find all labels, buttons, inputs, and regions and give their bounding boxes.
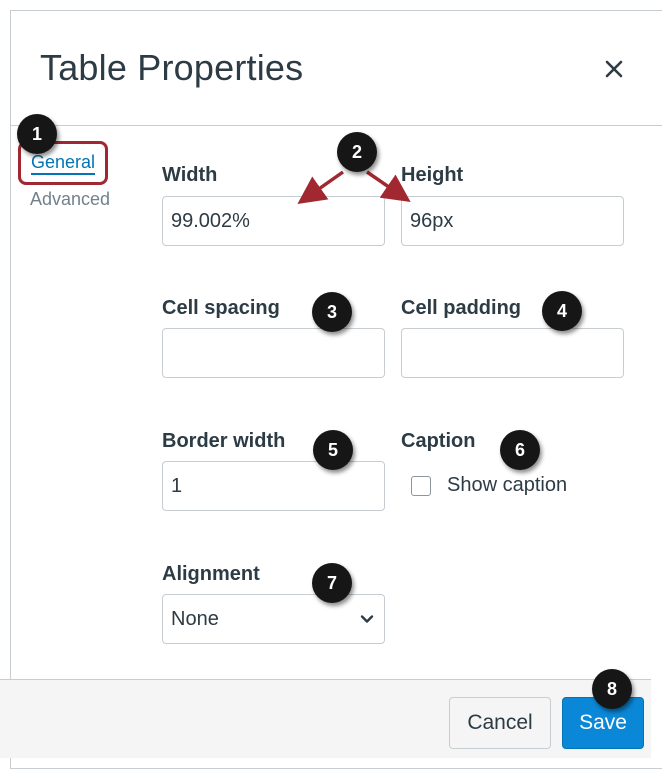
width-input[interactable] (162, 196, 385, 246)
callout-badge-3: 3 (312, 292, 352, 332)
border-width-label: Border width (162, 430, 286, 452)
table-properties-dialog: Table Properties (10, 10, 662, 769)
show-caption-checkbox[interactable] (411, 476, 431, 496)
callout-badge-4: 4 (542, 291, 582, 331)
callout-badge-2: 2 (337, 132, 377, 172)
cell-spacing-input[interactable] (162, 328, 385, 378)
width-label: Width (162, 164, 218, 186)
close-button[interactable] (597, 52, 631, 86)
callout-badge-5: 5 (313, 430, 353, 470)
height-input[interactable] (401, 196, 624, 246)
cell-spacing-label: Cell spacing (162, 297, 280, 319)
dialog-title: Table Properties (40, 47, 304, 88)
tab-general-label: General (30, 152, 96, 175)
header-divider (11, 125, 662, 126)
callout-badge-1: 1 (17, 114, 57, 154)
callout-badge-6: 6 (500, 430, 540, 470)
dialog-footer (0, 679, 651, 758)
alignment-select[interactable]: None (162, 594, 385, 644)
close-icon (605, 60, 623, 78)
cancel-button[interactable]: Cancel (449, 697, 551, 749)
border-width-input[interactable] (162, 461, 385, 511)
chevron-down-icon (360, 615, 374, 623)
cell-padding-label: Cell padding (401, 297, 521, 319)
caption-label: Caption (401, 430, 476, 452)
show-caption-label[interactable]: Show caption (447, 474, 567, 497)
callout-badge-8: 8 (592, 669, 632, 709)
tab-advanced[interactable]: Advanced (30, 189, 110, 210)
alignment-selected-value: None (171, 608, 219, 630)
height-label: Height (401, 164, 464, 186)
callout-badge-7: 7 (312, 563, 352, 603)
cell-padding-input[interactable] (401, 328, 624, 378)
alignment-label: Alignment (162, 563, 260, 585)
